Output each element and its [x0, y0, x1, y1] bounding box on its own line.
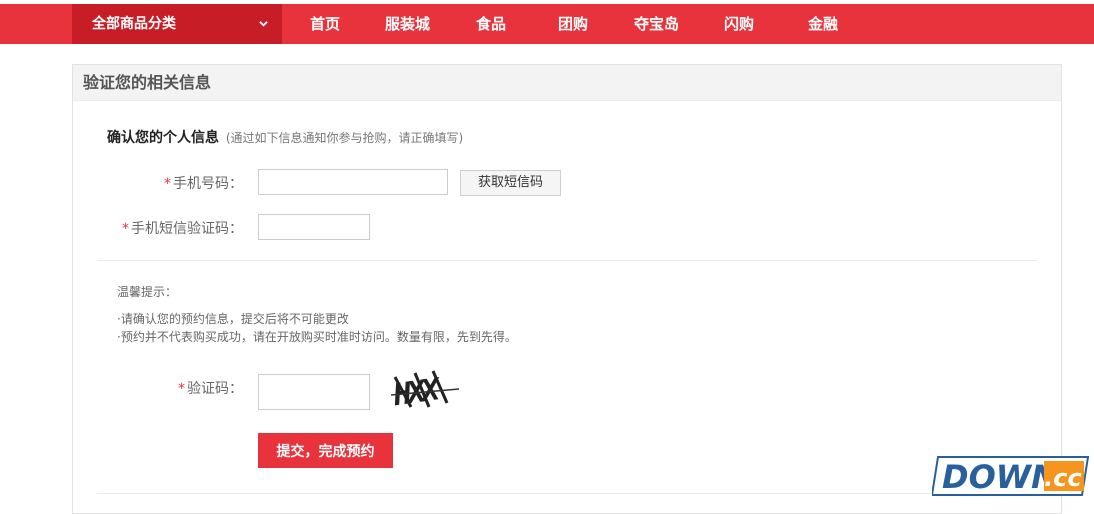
sms-code-input[interactable] [258, 214, 370, 240]
phone-label: * 手机号码： [164, 173, 243, 193]
captcha-label: * 验证码： [178, 378, 243, 398]
get-sms-code-button[interactable]: 获取短信码 [460, 170, 561, 196]
required-mark: * [164, 176, 171, 192]
panel-title: 验证您的相关信息 [73, 65, 1061, 101]
submit-reservation-button[interactable]: 提交，完成预约 [258, 433, 393, 468]
nav-item-clothing[interactable]: 服装城 [385, 4, 430, 44]
captcha-input[interactable] [258, 374, 370, 410]
phone-input[interactable] [258, 169, 448, 195]
divider [97, 493, 1037, 494]
nav-item-finance[interactable]: 金融 [808, 4, 838, 44]
chevron-down-icon [259, 21, 268, 27]
sms-code-label-text: 手机短信验证码： [131, 221, 243, 237]
phone-label-text: 手机号码： [173, 176, 243, 192]
nav-item-flash-sale[interactable]: 闪购 [724, 4, 754, 44]
captcha-image[interactable]: HXX [389, 367, 461, 411]
category-menu-label: 全部商品分类 [92, 16, 176, 32]
tips-title: 温馨提示： [117, 285, 178, 299]
nav-item-treasure-island[interactable]: 夺宝岛 [634, 4, 679, 44]
category-menu-button[interactable]: 全部商品分类 [72, 4, 282, 44]
section-title: 确认您的个人信息 (通过如下信息通知你参与抢购，请正确填写) [107, 127, 463, 147]
divider [97, 260, 1037, 261]
required-mark: * [122, 221, 129, 237]
captcha-label-text: 验证码： [187, 381, 243, 397]
required-mark: * [178, 381, 185, 397]
sms-code-label: * 手机短信验证码： [122, 218, 243, 238]
top-navigation-bar: 全部商品分类 首页 服装城 食品 团购 夺宝岛 闪购 金融 [0, 4, 1094, 44]
nav-item-food[interactable]: 食品 [476, 4, 506, 44]
section-note: (通过如下信息通知你参与抢购，请正确填写) [225, 131, 464, 145]
watermark-suffix: .cc [1044, 464, 1082, 492]
watermark-logo: DOWN .cc [932, 456, 1090, 496]
watermark-text: DOWN [942, 458, 1058, 496]
nav-item-home[interactable]: 首页 [310, 4, 340, 44]
nav-item-group-buy[interactable]: 团购 [558, 4, 588, 44]
tip-line: ·请确认您的预约信息，提交后将不可能更改 [117, 312, 349, 326]
verification-panel: 验证您的相关信息 确认您的个人信息 (通过如下信息通知你参与抢购，请正确填写) … [72, 64, 1062, 514]
section-title-text: 确认您的个人信息 [107, 130, 219, 146]
tip-line: ·预约并不代表购买成功，请在开放购买时准时访问。数量有限，先到先得。 [117, 330, 517, 344]
